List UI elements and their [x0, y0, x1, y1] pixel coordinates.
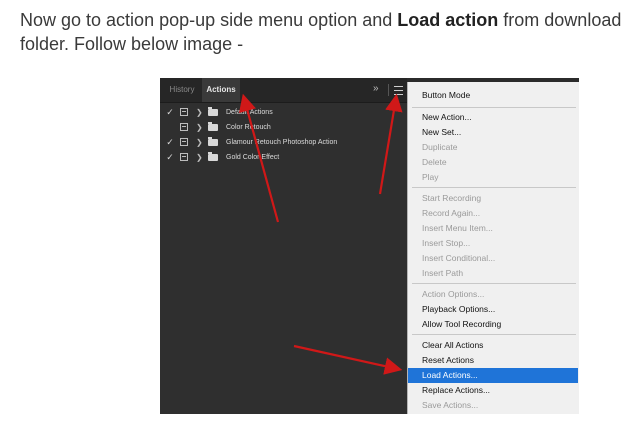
- chevron-right-icon[interactable]: ❯: [196, 150, 203, 165]
- checkmark-icon[interactable]: ✓: [165, 150, 175, 165]
- menu-item-label: New Action...: [422, 112, 472, 122]
- menu-item-play[interactable]: Play: [408, 170, 578, 185]
- menu-separator: [412, 187, 576, 188]
- menu-item-label: Clear All Actions: [422, 340, 484, 350]
- menu-separator: [412, 283, 576, 284]
- menu-item-label: Insert Path: [422, 268, 464, 278]
- dialog-toggle-icon[interactable]: [180, 138, 188, 146]
- folder-icon: [208, 137, 218, 146]
- menu-item-clear-all-actions[interactable]: Clear All Actions: [408, 338, 578, 353]
- menu-item-replace-actions[interactable]: Replace Actions...: [408, 383, 578, 398]
- dialog-toggle-icon[interactable]: [180, 153, 188, 161]
- action-set-row[interactable]: ✓ ❯ Gold Color Effect: [160, 150, 407, 165]
- action-set-row[interactable]: ❯ Color Retouch: [160, 120, 407, 135]
- menu-item-playback-options[interactable]: Playback Options...: [408, 302, 578, 317]
- menu-item-save-actions[interactable]: Save Actions...: [408, 398, 578, 413]
- menu-item-label: Delete: [422, 157, 447, 167]
- folder-icon: [208, 107, 218, 116]
- dialog-toggle-icon[interactable]: [180, 123, 188, 131]
- caption-bold: Load action: [397, 10, 499, 30]
- chevron-right-icon[interactable]: ❯: [196, 135, 203, 150]
- dialog-toggle-icon[interactable]: [180, 108, 188, 116]
- menu-item-insert-conditional[interactable]: Insert Conditional...: [408, 251, 578, 266]
- tab-actions[interactable]: Actions: [202, 78, 240, 102]
- checkmark-icon[interactable]: ✓: [165, 105, 175, 120]
- menu-item-label: Replace Actions...: [422, 385, 491, 395]
- action-set-row[interactable]: ✓ ❯ Default Actions: [160, 105, 407, 120]
- expand-double-arrow-icon[interactable]: »: [373, 84, 379, 94]
- tab-history[interactable]: History: [162, 78, 202, 102]
- menu-item-label: Button Mode: [422, 90, 471, 100]
- menu-item-label: Insert Conditional...: [422, 253, 496, 263]
- panel-flyout-menu: Button Mode New Action... New Set... Dup…: [407, 82, 579, 414]
- menu-item-label: Duplicate: [422, 142, 458, 152]
- menu-item-label: Playback Options...: [422, 304, 496, 314]
- action-set-label: Gold Color Effect: [226, 154, 280, 161]
- photoshop-screenshot: History Actions » ✓ ❯ Default Actions ❯ …: [160, 78, 579, 414]
- folder-icon: [208, 152, 218, 161]
- menu-item-action-options[interactable]: Action Options...: [408, 287, 578, 302]
- panel-tab-bar: History Actions »: [160, 78, 407, 103]
- menu-item-label: Insert Stop...: [422, 238, 471, 248]
- menu-item-start-recording[interactable]: Start Recording: [408, 191, 578, 206]
- divider: [388, 84, 389, 96]
- menu-item-allow-tool-recording[interactable]: Allow Tool Recording: [408, 317, 578, 332]
- menu-item-insert-menu-item[interactable]: Insert Menu Item...: [408, 221, 578, 236]
- menu-item-new-set[interactable]: New Set...: [408, 125, 578, 140]
- menu-item-delete[interactable]: Delete: [408, 155, 578, 170]
- actions-panel: History Actions » ✓ ❯ Default Actions ❯ …: [160, 78, 407, 414]
- folder-icon: [208, 122, 218, 131]
- menu-item-insert-stop[interactable]: Insert Stop...: [408, 236, 578, 251]
- menu-item-label: Save Actions...: [422, 400, 479, 410]
- menu-item-button-mode[interactable]: Button Mode: [408, 88, 578, 103]
- menu-item-new-action[interactable]: New Action...: [408, 110, 578, 125]
- caption-text-1: Now go to action pop-up side menu option…: [20, 10, 398, 30]
- menu-item-record-again[interactable]: Record Again...: [408, 206, 578, 221]
- menu-item-label: Reset Actions: [422, 355, 474, 365]
- menu-item-duplicate[interactable]: Duplicate: [408, 140, 578, 155]
- menu-item-label: Record Again...: [422, 208, 481, 218]
- checkmark-icon[interactable]: ✓: [165, 135, 175, 150]
- action-set-label: Color Retouch: [226, 124, 271, 131]
- menu-item-reset-actions[interactable]: Reset Actions: [408, 353, 578, 368]
- menu-item-label: New Set...: [422, 127, 462, 137]
- menu-separator: [412, 107, 576, 108]
- menu-item-label: Insert Menu Item...: [422, 223, 493, 233]
- menu-item-label: Start Recording: [422, 193, 482, 203]
- instruction-text: Now go to action pop-up side menu option…: [20, 8, 630, 56]
- action-set-label: Glamour Retouch Photoshop Action: [226, 139, 338, 146]
- action-set-row[interactable]: ✓ ❯ Glamour Retouch Photoshop Action: [160, 135, 407, 150]
- panel-menu-icon[interactable]: [394, 86, 403, 95]
- action-set-label: Default Actions: [226, 109, 273, 116]
- menu-item-label: Play: [422, 172, 439, 182]
- menu-item-insert-path[interactable]: Insert Path: [408, 266, 578, 281]
- chevron-right-icon[interactable]: ❯: [196, 120, 203, 135]
- menu-item-load-actions[interactable]: Load Actions...: [408, 368, 578, 383]
- menu-item-label: Allow Tool Recording: [422, 319, 502, 329]
- menu-item-label: Load Actions...: [422, 370, 478, 380]
- menu-separator: [412, 334, 576, 335]
- chevron-right-icon[interactable]: ❯: [196, 105, 203, 120]
- menu-item-label: Action Options...: [422, 289, 485, 299]
